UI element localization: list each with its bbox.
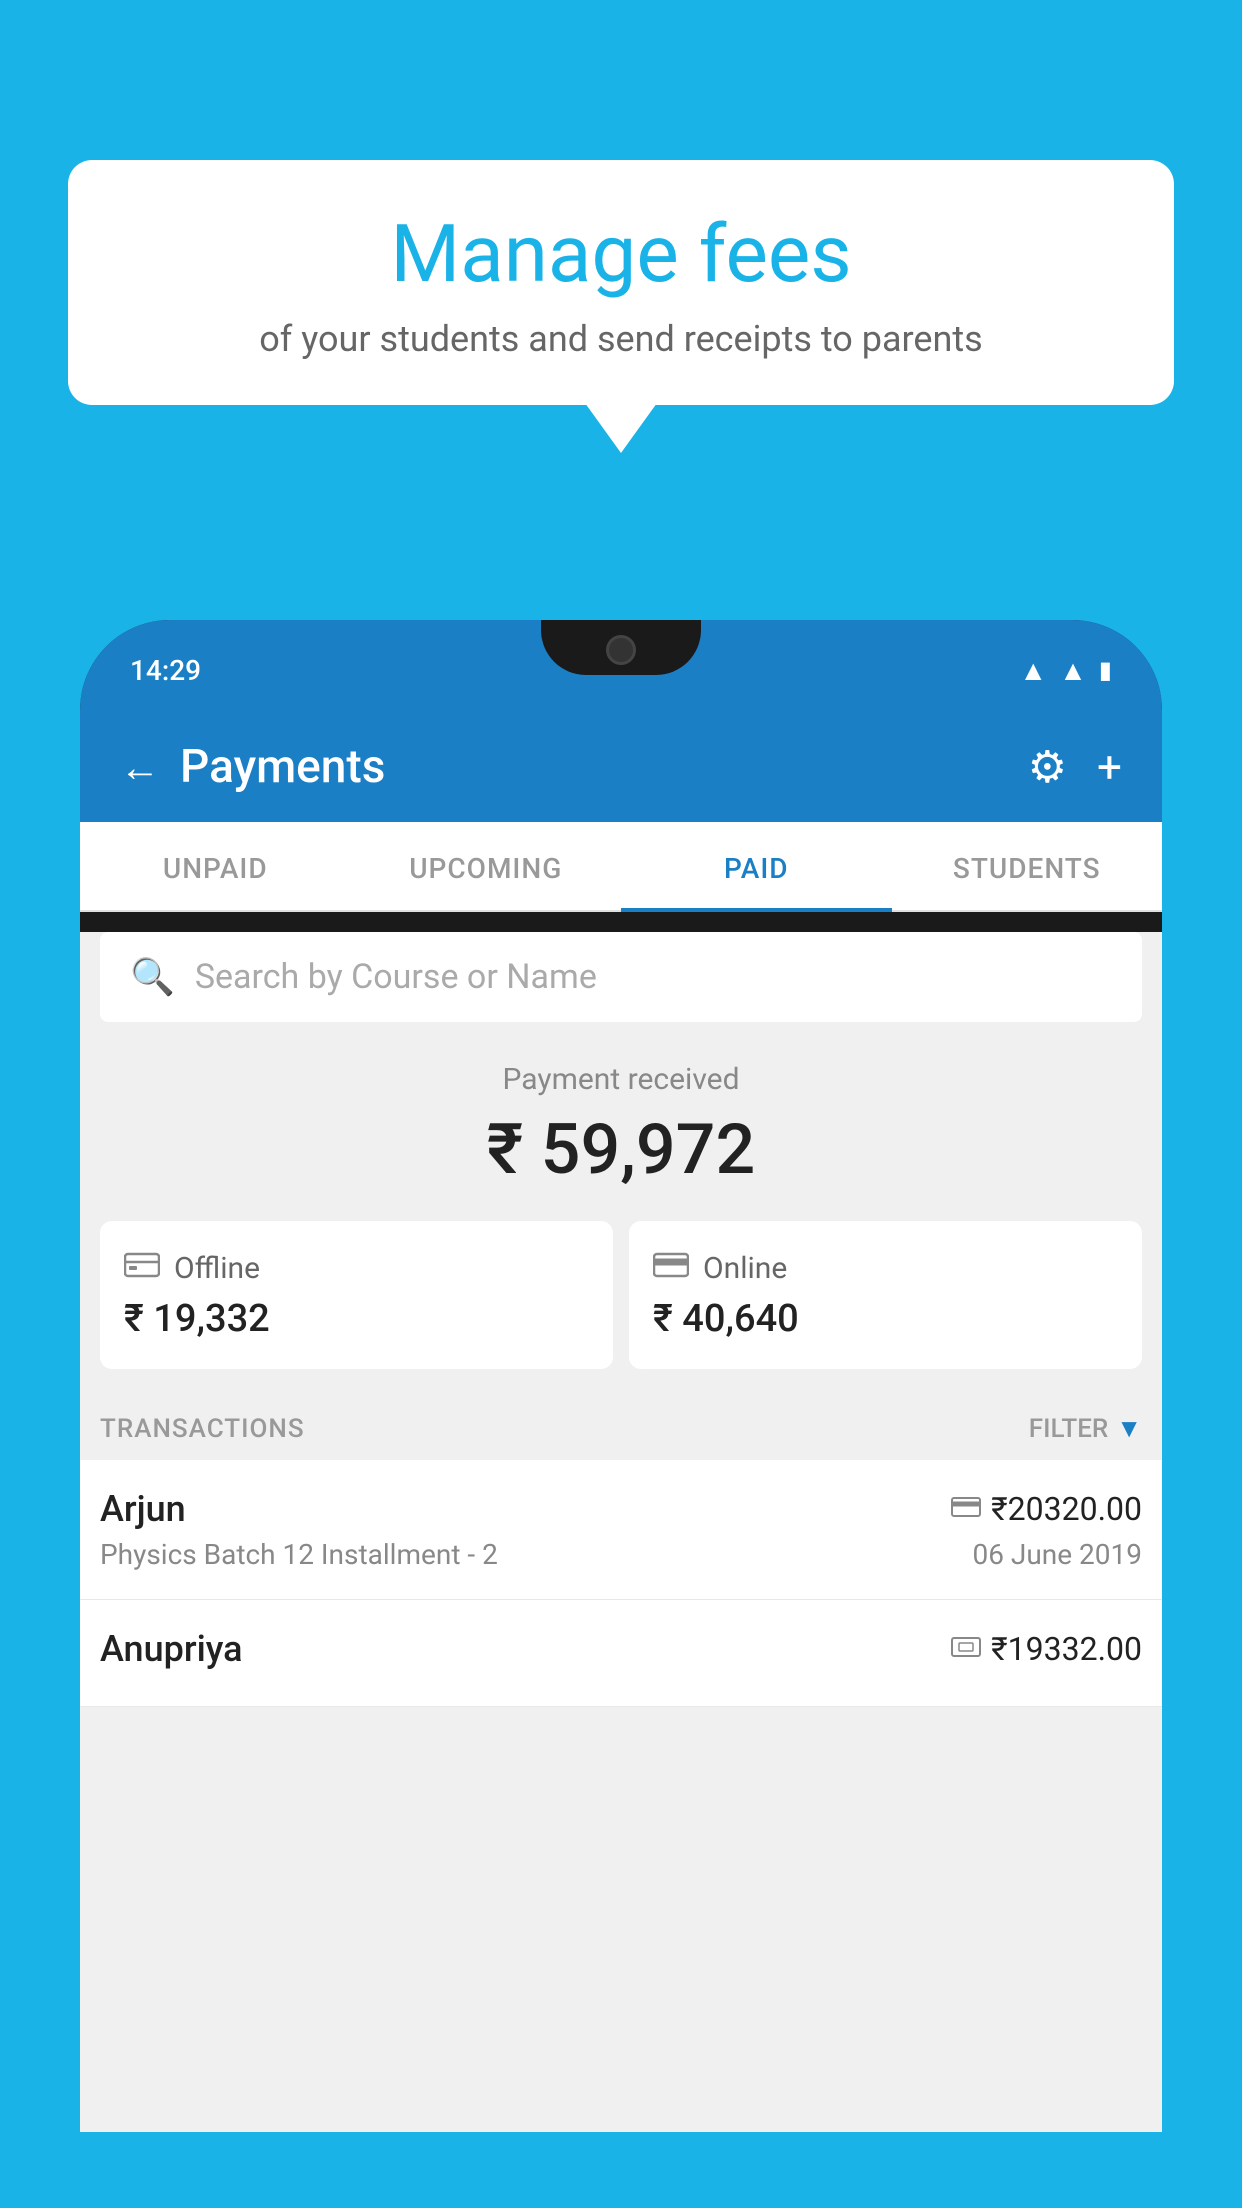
phone-container: 14:29 ▲ ▲ ▮ ← Payments ⚙ + UNPAID UPCOMI… — [80, 620, 1162, 2208]
status-icons: ▲ ▲ ▮ — [1019, 654, 1112, 687]
transaction-amount-wrap-anupriya: ₹19332.00 — [951, 1630, 1142, 1668]
transaction-name-arjun: Arjun — [100, 1488, 186, 1530]
phone-notch — [541, 620, 701, 675]
filter-icon: ▼ — [1116, 1413, 1142, 1444]
transaction-cash-icon-anupriya — [951, 1633, 981, 1666]
payment-total-amount: ₹ 59,972 — [100, 1109, 1142, 1191]
transaction-card-icon-arjun — [951, 1493, 981, 1526]
phone-content: 🔍 Search by Course or Name Payment recei… — [80, 932, 1162, 2132]
signal-icon: ▲ — [1059, 654, 1087, 687]
search-input[interactable]: Search by Course or Name — [195, 957, 597, 997]
offline-icon — [124, 1249, 160, 1287]
status-time: 14:29 — [130, 654, 201, 687]
tab-upcoming[interactable]: UPCOMING — [351, 822, 622, 910]
page-title: Payments — [180, 740, 385, 794]
transactions-header: TRANSACTIONS FILTER ▼ — [80, 1389, 1162, 1460]
battery-icon: ▮ — [1099, 656, 1112, 684]
transaction-date-arjun: 06 June 2019 — [972, 1538, 1142, 1571]
bubble-subtitle: of your students and send receipts to pa… — [108, 318, 1134, 360]
transaction-row-anupriya[interactable]: Anupriya ₹19332.00 — [80, 1600, 1162, 1707]
header-right: ⚙ + — [1028, 741, 1122, 793]
tabs-container: UNPAID UPCOMING PAID STUDENTS — [80, 822, 1162, 912]
offline-amount: ₹ 19,332 — [124, 1297, 589, 1341]
transaction-course-arjun: Physics Batch 12 Installment - 2 — [100, 1538, 498, 1571]
filter-text: FILTER — [1029, 1414, 1108, 1444]
gear-icon[interactable]: ⚙ — [1028, 741, 1067, 793]
online-amount: ₹ 40,640 — [653, 1297, 1118, 1341]
tab-unpaid[interactable]: UNPAID — [80, 822, 351, 910]
payment-cards-row: Offline ₹ 19,332 Online ₹ 4 — [80, 1221, 1162, 1389]
transaction-amount-arjun: ₹20320.00 — [991, 1490, 1142, 1528]
payment-summary: Payment received ₹ 59,972 — [80, 1022, 1162, 1221]
transaction-amount-anupriya: ₹19332.00 — [991, 1630, 1142, 1668]
bubble-title: Manage fees — [108, 210, 1134, 298]
phone-camera — [606, 635, 636, 665]
filter-button[interactable]: FILTER ▼ — [1029, 1413, 1142, 1444]
speech-bubble: Manage fees of your students and send re… — [68, 160, 1174, 405]
payment-label: Payment received — [100, 1062, 1142, 1097]
phone-body: 14:29 ▲ ▲ ▮ ← Payments ⚙ + UNPAID UPCOMI… — [80, 620, 1162, 2132]
add-button[interactable]: + — [1097, 741, 1122, 793]
offline-card: Offline ₹ 19,332 — [100, 1221, 613, 1369]
transaction-row-arjun[interactable]: Arjun ₹20320.00 Physics Batch 12 Install… — [80, 1460, 1162, 1600]
back-button[interactable]: ← — [120, 744, 160, 791]
online-label: Online — [703, 1251, 787, 1286]
transaction-amount-wrap-arjun: ₹20320.00 — [951, 1490, 1142, 1528]
status-bar: 14:29 ▲ ▲ ▮ — [80, 620, 1162, 720]
offline-label: Offline — [174, 1251, 260, 1286]
tab-paid[interactable]: PAID — [621, 822, 892, 910]
online-icon — [653, 1249, 689, 1287]
wifi-icon: ▲ — [1019, 654, 1047, 687]
online-card: Online ₹ 40,640 — [629, 1221, 1142, 1369]
app-header: ← Payments ⚙ + — [80, 720, 1162, 822]
tab-students[interactable]: STUDENTS — [892, 822, 1163, 910]
search-icon: 🔍 — [130, 956, 175, 998]
search-bar[interactable]: 🔍 Search by Course or Name — [100, 932, 1142, 1022]
header-left: ← Payments — [120, 740, 385, 794]
transactions-label: TRANSACTIONS — [100, 1414, 305, 1444]
transaction-name-anupriya: Anupriya — [100, 1628, 243, 1670]
